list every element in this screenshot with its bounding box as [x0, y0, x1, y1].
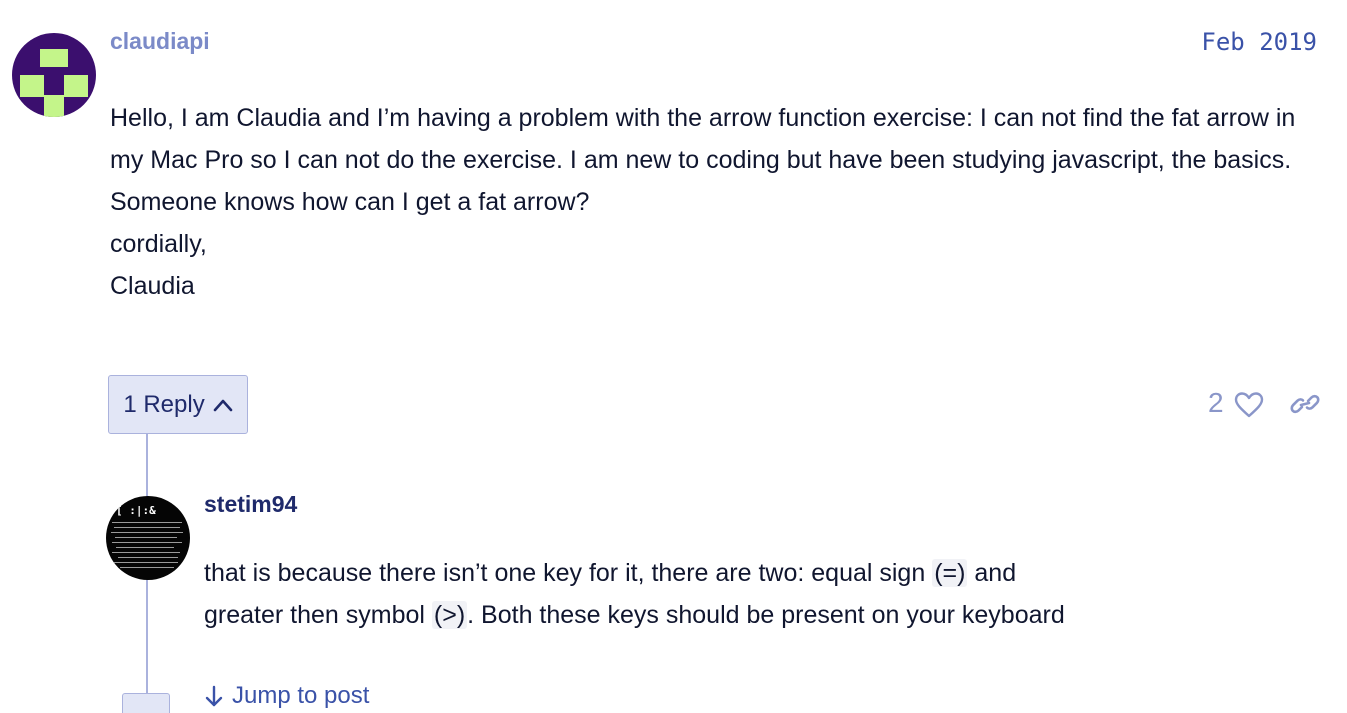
inline-code: (=) [932, 559, 968, 587]
post-date[interactable]: Feb 2019 [1201, 28, 1317, 56]
avatar[interactable] [12, 33, 96, 117]
reply-paragraph: that is because there isn’t one key for … [204, 552, 1304, 594]
reply-body: that is because there isn’t one key for … [204, 552, 1304, 636]
thread-collapse-stub[interactable] [122, 693, 170, 713]
post-paragraph: Hello, I am Claudia and I’m having a pro… [110, 104, 1296, 216]
avatar[interactable]: [ :|:& [106, 496, 190, 580]
chevron-up-icon [213, 399, 232, 411]
inline-code: (>) [431, 601, 468, 629]
reply-author-name[interactable]: stetim94 [204, 491, 297, 518]
jump-to-post-link[interactable]: Jump to post [204, 682, 369, 710]
like-count: 2 [1208, 387, 1224, 418]
link-icon[interactable] [1290, 392, 1320, 416]
post-author-name[interactable]: claudiapi [110, 28, 210, 55]
avatar-text: [ :|:& [116, 504, 156, 517]
heart-icon[interactable] [1234, 391, 1264, 418]
reply-paragraph: greater then symbol (>). Both these keys… [204, 594, 1304, 636]
arrow-down-icon [205, 685, 223, 707]
post-body: Hello, I am Claudia and I’m having a pro… [110, 97, 1325, 307]
reply-text: and [967, 559, 1017, 587]
replies-toggle-button[interactable]: 1 Reply [108, 375, 248, 434]
reply-text: . Both these keys should be present on y… [467, 601, 1065, 629]
jump-to-post-label: Jump to post [232, 682, 370, 709]
replies-toggle-label: 1 Reply [123, 390, 205, 418]
post-paragraph: Claudia [110, 272, 195, 300]
reply-text: that is because there isn’t one key for … [204, 559, 933, 587]
reply-text: greater then symbol [204, 601, 432, 629]
post-paragraph: cordially, [110, 230, 207, 258]
